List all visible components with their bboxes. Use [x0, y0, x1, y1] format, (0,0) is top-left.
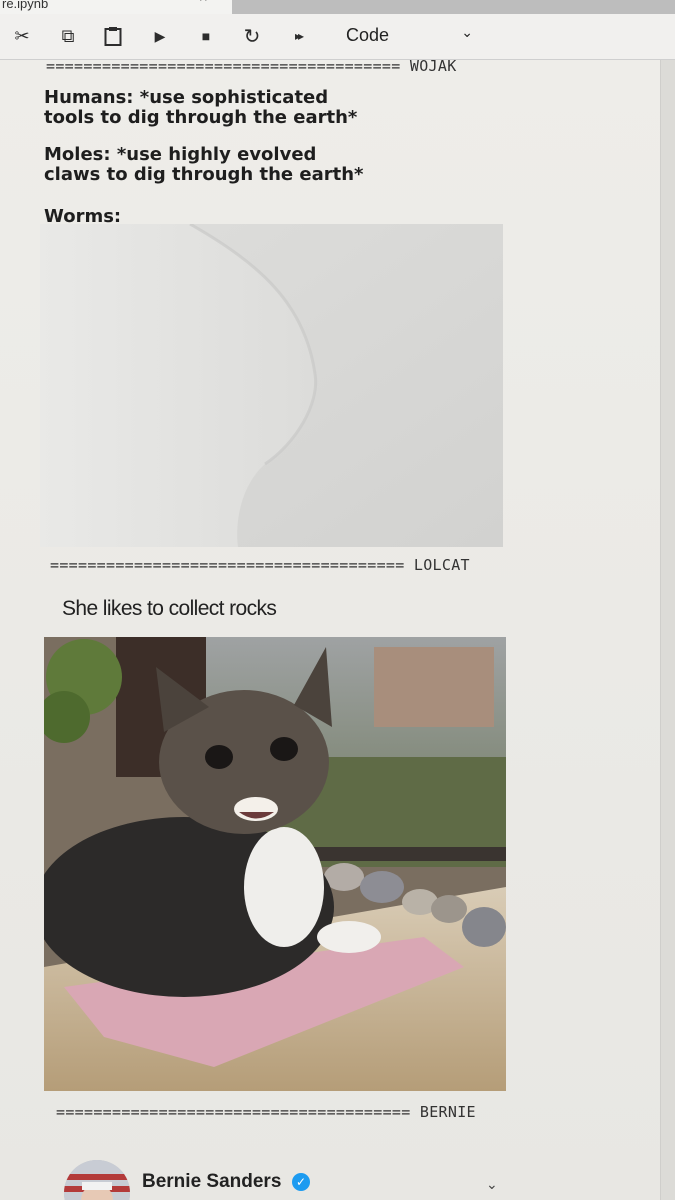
- scissors-icon[interactable]: ✂: [10, 24, 34, 48]
- verified-badge-icon: ✓: [292, 1173, 310, 1191]
- markdown-line: claws to dig through the earth*: [44, 164, 364, 185]
- copy-icon[interactable]: ⧉: [56, 24, 80, 48]
- lolcat-separator: ====================================== L…: [50, 556, 470, 574]
- notebook-tab[interactable]: re.ipynb ^: [0, 0, 232, 14]
- run-icon[interactable]: ▶: [148, 24, 172, 48]
- markdown-line: Humans: *use sophisticated: [44, 87, 329, 108]
- notebook-screen: re.ipynb ^ ✂ ⧉ ▶ ■ ↻ ▸▸ Code ⌄ =========…: [0, 0, 675, 1200]
- chevron-down-icon[interactable]: ⌄: [486, 1176, 498, 1193]
- markdown-line: tools to dig through the earth*: [44, 107, 358, 128]
- wojak-worm-image: [40, 224, 503, 547]
- tab-close-icon[interactable]: ^: [200, 0, 207, 7]
- fast-forward-icon[interactable]: ▸▸: [286, 24, 310, 48]
- notebook-toolbar: ✂ ⧉ ▶ ■ ↻ ▸▸ Code ⌄: [0, 14, 675, 60]
- tweet-author-name[interactable]: Bernie Sanders: [142, 1171, 281, 1193]
- cell-type-value: Code: [346, 24, 390, 45]
- paste-icon[interactable]: [101, 24, 125, 48]
- stop-icon[interactable]: ■: [194, 24, 218, 48]
- markdown-line: Moles: *use highly evolved: [44, 144, 317, 165]
- cell-type-select[interactable]: Code ⌄: [338, 20, 483, 50]
- browser-tab-bar: re.ipynb ^: [0, 0, 675, 14]
- tab-title: re.ipynb: [2, 0, 49, 11]
- lolcat-caption: She likes to collect rocks: [62, 597, 277, 620]
- scrollbar[interactable]: [660, 60, 675, 1200]
- wojak-separator: ====================================== W…: [46, 57, 457, 75]
- restart-icon[interactable]: ↻: [240, 24, 264, 48]
- chevron-down-icon: ⌄: [461, 24, 473, 40]
- bernie-separator: ====================================== B…: [56, 1103, 476, 1121]
- lolcat-image: [44, 637, 506, 1091]
